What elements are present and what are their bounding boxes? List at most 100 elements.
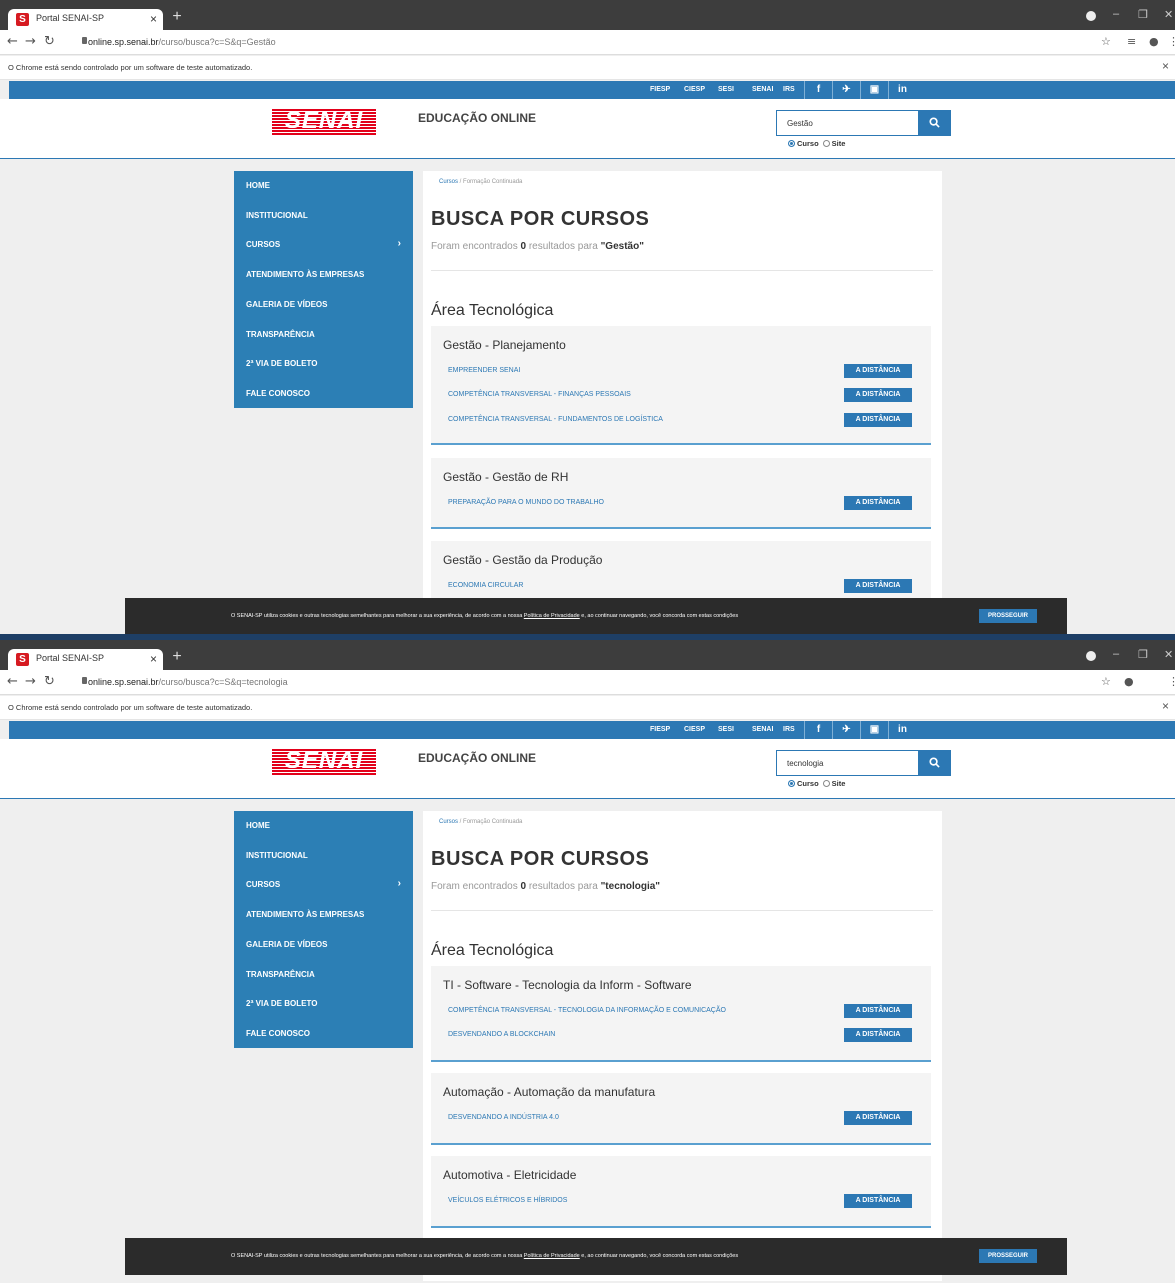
course-link[interactable]: EMPREENDER SENAI (448, 367, 520, 374)
distance-badge: A DISTÂNCIA (844, 1111, 912, 1125)
top-link-fiesp[interactable]: FIESP (650, 726, 670, 733)
sidebar-item-1[interactable]: INSTITUCIONAL (246, 211, 308, 220)
minimize-icon[interactable]: – (1113, 8, 1119, 20)
search-button[interactable] (918, 750, 951, 776)
course-link[interactable]: COMPETÊNCIA TRANSVERSAL - FINANÇAS PESSO… (448, 391, 631, 398)
search-button[interactable] (918, 110, 951, 136)
course-link[interactable]: DESVENDANDO A BLOCKCHAIN (448, 1031, 555, 1038)
close-window-icon[interactable]: ✕ (1164, 648, 1173, 661)
top-link-senai[interactable]: SENAI (752, 726, 773, 733)
sidebar-item-7[interactable]: FALE CONOSCO (246, 389, 310, 398)
senai-logo[interactable]: SENAI (272, 747, 376, 775)
sidebar-item-5[interactable]: TRANSPARÊNCIA (246, 330, 315, 339)
course-link[interactable]: PREPARAÇÃO PARA O MUNDO DO TRABALHO (448, 499, 604, 506)
minimize-icon[interactable]: – (1113, 648, 1119, 660)
breadcrumb-cursos[interactable]: Cursos (439, 179, 458, 185)
radio-curso[interactable] (788, 140, 795, 147)
chrome-menu-icon[interactable]: ⋮ (1168, 35, 1175, 48)
youtube-icon[interactable]: ▣ (860, 81, 888, 99)
reading-list-icon[interactable]: ≡ (1127, 35, 1136, 48)
url-field[interactable]: online.sp.senai.br/curso/busca?c=S&q=Ges… (88, 37, 276, 47)
back-icon[interactable]: ← (7, 34, 18, 49)
forward-icon[interactable]: → (25, 34, 36, 49)
radio-site[interactable] (822, 140, 830, 147)
top-link-ciesp[interactable]: CIESP (684, 726, 705, 733)
youtube-icon[interactable]: ▣ (860, 721, 888, 739)
twitter-icon[interactable]: ✈ (832, 81, 860, 99)
sidebar-item-7[interactable]: FALE CONOSCO (246, 1029, 310, 1038)
senai-logo[interactable]: SENAI (272, 107, 376, 135)
radio-site[interactable] (822, 780, 830, 787)
top-link-fiesp[interactable]: FIESP (650, 86, 670, 93)
sidebar-item-2[interactable]: CURSOS (246, 880, 280, 889)
chrome-profile-icon[interactable] (1086, 11, 1096, 21)
tab-close-icon[interactable]: × (150, 12, 157, 26)
sidebar-item-3[interactable]: ATENDIMENTO ÀS EMPRESAS (246, 270, 364, 279)
browser-tab[interactable]: S Portal SENAI-SP × (8, 9, 163, 30)
search-input[interactable]: Gestão (776, 110, 919, 136)
course-group-title: Gestão - Gestão da Produção (443, 553, 603, 567)
top-link-sesi[interactable]: SESI (718, 86, 734, 93)
facebook-icon[interactable]: f (804, 81, 832, 99)
infobar-close-icon[interactable]: × (1162, 59, 1169, 73)
linkedin-icon[interactable]: in (888, 81, 916, 99)
top-link-irs[interactable]: IRS (783, 726, 795, 733)
sidebar-item-1[interactable]: INSTITUCIONAL (246, 851, 308, 860)
sidebar-item-5[interactable]: TRANSPARÊNCIA (246, 970, 315, 979)
course-link[interactable]: DESVENDANDO A INDÚSTRIA 4.0 (448, 1114, 559, 1121)
cookie-text: O SENAI-SP utiliza cookies e outras tecn… (231, 613, 738, 619)
forward-icon[interactable]: → (25, 674, 36, 689)
bookmark-star-icon[interactable]: ☆ (1101, 675, 1111, 688)
proceed-button[interactable]: PROSSEGUIR (979, 609, 1037, 623)
sidebar-menu: HOME INSTITUCIONAL CURSOS › ATENDIMENTO ÀS E… (234, 811, 413, 1048)
bookmark-star-icon[interactable]: ☆ (1101, 35, 1111, 48)
sidebar-item-4[interactable]: GALERIA DE VÍDEOS (246, 940, 328, 949)
sidebar-item-0[interactable]: HOME (246, 181, 270, 190)
url-path: /curso/busca?c=S&q=Gestão (158, 37, 276, 47)
back-icon[interactable]: ← (7, 674, 18, 689)
distance-badge: A DISTÂNCIA (844, 364, 912, 378)
radio-curso[interactable] (788, 780, 795, 787)
top-link-ciesp[interactable]: CIESP (684, 86, 705, 93)
area-title: Área Tecnológica (431, 942, 554, 959)
account-avatar-icon[interactable]: ● (1149, 35, 1159, 48)
close-window-icon[interactable]: ✕ (1164, 8, 1173, 21)
sidebar-item-4[interactable]: GALERIA DE VÍDEOS (246, 300, 328, 309)
top-link-irs[interactable]: IRS (783, 86, 795, 93)
facebook-icon[interactable]: f (804, 721, 832, 739)
new-tab-icon[interactable]: + (168, 649, 186, 667)
course-link[interactable]: COMPETÊNCIA TRANSVERSAL - TECNOLOGIA DA … (448, 1007, 726, 1014)
chrome-profile-icon[interactable] (1086, 651, 1096, 661)
chrome-menu-icon[interactable]: ⋮ (1168, 675, 1175, 688)
course-link[interactable]: COMPETÊNCIA TRANSVERSAL - FUNDAMENTOS DE… (448, 416, 663, 423)
browser-tab[interactable]: S Portal SENAI-SP × (8, 649, 163, 670)
privacy-policy-link[interactable]: Política de Privacidade (524, 613, 580, 619)
reload-icon[interactable]: ↻ (44, 674, 55, 689)
results-prefix: Foram encontrados (431, 241, 518, 252)
infobar-close-icon[interactable]: × (1162, 699, 1169, 713)
tab-close-icon[interactable]: × (150, 652, 157, 666)
account-avatar-icon[interactable]: ● (1124, 675, 1134, 688)
proceed-button[interactable]: PROSSEGUIR (979, 1249, 1037, 1263)
top-link-sesi[interactable]: SESI (718, 726, 734, 733)
distance-badge: A DISTÂNCIA (844, 388, 912, 402)
course-link[interactable]: VEÍCULOS ELÉTRICOS E HÍBRIDOS (448, 1197, 567, 1204)
sidebar-item-0[interactable]: HOME (246, 821, 270, 830)
restore-icon[interactable]: ❐ (1138, 8, 1148, 21)
linkedin-icon[interactable]: in (888, 721, 916, 739)
reload-icon[interactable]: ↻ (44, 34, 55, 49)
search-input[interactable]: tecnologia (776, 750, 919, 776)
course-link[interactable]: ECONOMIA CIRCULAR (448, 582, 523, 589)
new-tab-icon[interactable]: + (168, 9, 186, 27)
privacy-policy-link[interactable]: Política de Privacidade (524, 1253, 580, 1259)
restore-icon[interactable]: ❐ (1138, 648, 1148, 661)
sidebar-item-3[interactable]: ATENDIMENTO ÀS EMPRESAS (246, 910, 364, 919)
url-field[interactable]: online.sp.senai.br/curso/busca?c=S&q=tec… (88, 677, 288, 687)
breadcrumb-cursos[interactable]: Cursos (439, 819, 458, 825)
twitter-icon[interactable]: ✈ (832, 721, 860, 739)
sidebar-item-6[interactable]: 2ª VIA DE BOLETO (246, 359, 317, 368)
breadcrumb: Cursos / Formação Continuada (439, 179, 522, 185)
sidebar-item-2[interactable]: CURSOS (246, 240, 280, 249)
top-link-senai[interactable]: SENAI (752, 86, 773, 93)
sidebar-item-6[interactable]: 2ª VIA DE BOLETO (246, 999, 317, 1008)
